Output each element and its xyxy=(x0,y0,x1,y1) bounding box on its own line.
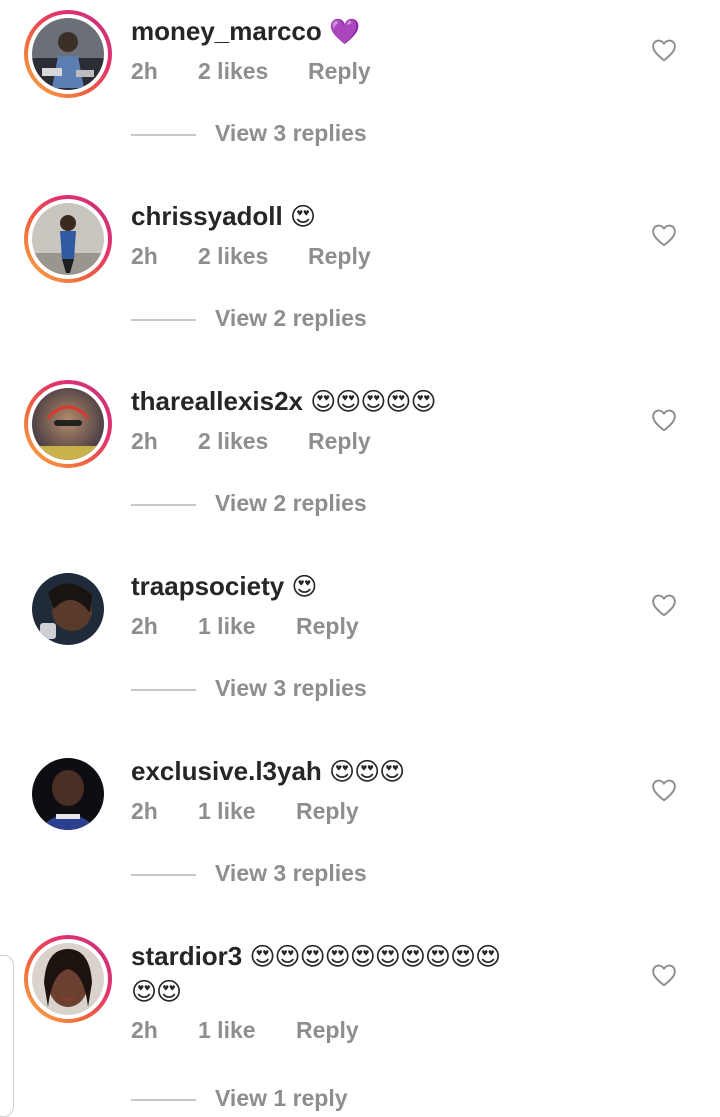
reply-button[interactable]: Reply xyxy=(308,58,371,85)
comment-meta: 2h 2 likes Reply xyxy=(131,428,371,455)
avatar xyxy=(32,758,104,830)
reply-button[interactable]: Reply xyxy=(296,613,359,640)
comment-time: 2h xyxy=(131,1017,158,1043)
comment-emoji: 💜 xyxy=(329,18,360,46)
comment-time: 2h xyxy=(131,428,158,454)
heart-outline-icon[interactable] xyxy=(651,593,677,617)
replies-divider xyxy=(131,689,196,691)
comment-emoji: 😍😍😍 xyxy=(329,758,405,786)
view-replies-label: View 3 replies xyxy=(215,860,367,886)
comment-emoji: 😍 xyxy=(289,203,316,231)
comment-likes[interactable]: 2 likes xyxy=(198,58,308,85)
comment-meta: 2h 1 like Reply xyxy=(131,613,359,640)
username[interactable]: stardior3 xyxy=(131,941,242,971)
comment-item: exclusive.l3yah 😍😍😍 2h 1 like Reply View 3… xyxy=(0,740,720,925)
replies-divider xyxy=(131,874,196,876)
view-replies-button[interactable]: View 2 replies xyxy=(131,490,531,520)
username[interactable]: traapsociety xyxy=(131,571,284,601)
heart-outline-icon[interactable] xyxy=(651,38,677,62)
avatar xyxy=(32,943,104,1015)
avatar-wrap[interactable] xyxy=(24,565,112,653)
comment-item: chrissyadoll 😍 2h 2 likes Reply View 2 rep… xyxy=(0,185,720,370)
comment-text: thareallexis2x 😍😍😍😍😍 xyxy=(131,384,437,419)
comment-meta: 2h 2 likes Reply xyxy=(131,243,371,270)
comment-text: money_marcco 💜 xyxy=(131,14,360,49)
comment-likes[interactable]: 1 like xyxy=(198,1017,296,1044)
replies-divider xyxy=(131,319,196,321)
comment-time: 2h xyxy=(131,613,158,639)
view-replies-button[interactable]: View 3 replies xyxy=(131,120,531,150)
comment-text: stardior3 😍😍😍😍😍😍😍😍😍😍 xyxy=(131,939,502,974)
comment-text: chrissyadoll 😍 xyxy=(131,199,316,234)
avatar xyxy=(32,388,104,460)
avatar-wrap[interactable] xyxy=(24,750,112,838)
view-replies-label: View 3 replies xyxy=(215,675,367,701)
comment-meta: 2h 1 like Reply xyxy=(131,1017,359,1044)
reply-button[interactable]: Reply xyxy=(308,243,371,270)
view-replies-label: View 3 replies xyxy=(215,120,367,146)
view-replies-button[interactable]: View 3 replies xyxy=(131,860,531,890)
reply-button[interactable]: Reply xyxy=(296,798,359,825)
reply-button[interactable]: Reply xyxy=(308,428,371,455)
comment-likes[interactable]: 1 like xyxy=(198,613,296,640)
comment-meta: 2h 2 likes Reply xyxy=(131,58,371,85)
comment-item: thareallexis2x 😍😍😍😍😍 2h 2 likes Reply View… xyxy=(0,370,720,555)
avatar-story-ring[interactable] xyxy=(24,935,112,1023)
view-replies-button[interactable]: View 1 reply xyxy=(131,1085,531,1115)
avatar-story-ring[interactable] xyxy=(24,195,112,283)
avatar-story-ring[interactable] xyxy=(24,10,112,98)
comment-item: money_marcco 💜 2h 2 likes Reply View 3 rep… xyxy=(0,0,720,185)
comment-likes[interactable]: 2 likes xyxy=(198,428,308,455)
username[interactable]: exclusive.l3yah xyxy=(131,756,322,786)
username[interactable]: thareallexis2x xyxy=(131,386,303,416)
view-replies-label: View 2 replies xyxy=(215,490,367,516)
heart-outline-icon[interactable] xyxy=(651,223,677,247)
view-replies-label: View 2 replies xyxy=(215,305,367,331)
comment-emoji: 😍😍😍😍😍 xyxy=(310,388,436,416)
replies-divider xyxy=(131,504,196,506)
heart-outline-icon[interactable] xyxy=(651,778,677,802)
comment-text: traapsociety 😍 xyxy=(131,569,317,604)
comment-time: 2h xyxy=(131,58,158,84)
view-replies-label: View 1 reply xyxy=(215,1085,348,1111)
avatar xyxy=(32,203,104,275)
comment-time: 2h xyxy=(131,243,158,269)
comment-item: stardior3 😍😍😍😍😍😍😍😍😍😍 😍😍 2h 1 like Reply Vi… xyxy=(0,925,720,1111)
comment-emoji: 😍😍😍😍😍😍😍😍😍😍 xyxy=(249,943,502,971)
avatar-story-ring[interactable] xyxy=(24,380,112,468)
heart-outline-icon[interactable] xyxy=(651,408,677,432)
comment-emoji-line2: 😍😍 xyxy=(131,978,182,1006)
avatar xyxy=(32,18,104,90)
edge-panel-handle[interactable] xyxy=(0,955,14,1117)
replies-divider xyxy=(131,134,196,136)
comment-item: traapsociety 😍 2h 1 like Reply View 3 repl… xyxy=(0,555,720,740)
comment-likes[interactable]: 1 like xyxy=(198,798,296,825)
comment-time: 2h xyxy=(131,798,158,824)
comment-meta: 2h 1 like Reply xyxy=(131,798,359,825)
comment-text: exclusive.l3yah 😍😍😍 xyxy=(131,754,405,789)
comment-likes[interactable]: 2 likes xyxy=(198,243,308,270)
reply-button[interactable]: Reply xyxy=(296,1017,359,1044)
view-replies-button[interactable]: View 2 replies xyxy=(131,305,531,335)
avatar xyxy=(32,573,104,645)
view-replies-button[interactable]: View 3 replies xyxy=(131,675,531,705)
comment-emoji: 😍 xyxy=(291,573,317,601)
replies-divider xyxy=(131,1099,196,1101)
username[interactable]: money_marcco xyxy=(131,16,322,46)
heart-outline-icon[interactable] xyxy=(651,963,677,987)
username[interactable]: chrissyadoll xyxy=(131,201,283,231)
